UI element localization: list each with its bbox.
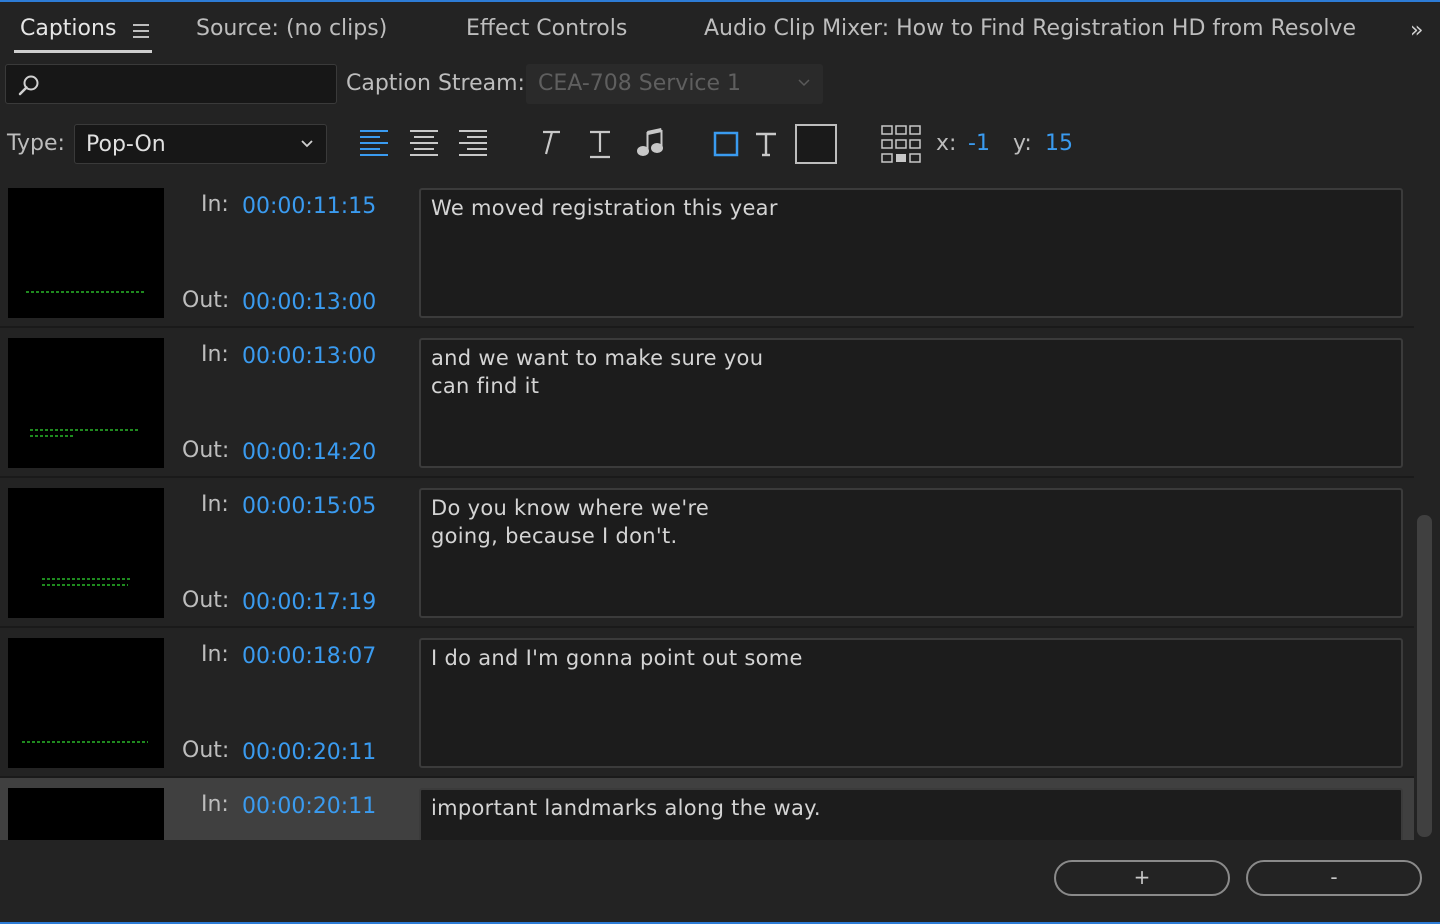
remove-caption-button[interactable]: - [1246, 860, 1422, 896]
caption-text[interactable]: I do and I'm gonna point out some [419, 638, 1403, 768]
in-label: In: [201, 342, 229, 367]
out-timecode[interactable]: 00:00:17:19 [242, 590, 376, 615]
y-value[interactable]: 15 [1045, 131, 1073, 156]
out-label: Out: [182, 738, 230, 763]
tab-overflow-icon[interactable]: » [1410, 18, 1424, 43]
tab-audio-clip-mixer[interactable]: Audio Clip Mixer: How to Find Registrati… [704, 16, 1356, 41]
color-swatch[interactable] [795, 124, 837, 164]
caption-thumbnail [8, 338, 164, 468]
caption-stream-label: Caption Stream: [346, 71, 525, 96]
underline-icon[interactable] [587, 128, 613, 160]
caption-thumbnail [8, 788, 164, 840]
in-timecode[interactable]: 00:00:20:11 [242, 794, 376, 819]
caption-thumbnail [8, 188, 164, 318]
background-color-icon[interactable] [712, 130, 740, 158]
in-timecode[interactable]: 00:00:13:00 [242, 344, 376, 369]
out-label: Out: [182, 438, 230, 463]
caption-row[interactable]: In: 00:00:18:07 Out: 00:00:20:11 I do an… [0, 628, 1414, 778]
tab-effect-controls[interactable]: Effect Controls [466, 16, 627, 41]
in-label: In: [201, 642, 229, 667]
in-timecode[interactable]: 00:00:15:05 [242, 494, 376, 519]
caption-stream-value: CEA-708 Service 1 [538, 71, 742, 96]
tab-captions[interactable]: Captions [20, 16, 116, 41]
type-value: Pop-On [86, 132, 166, 157]
panel-menu-icon[interactable] [133, 24, 149, 38]
caption-row-selected[interactable]: In: 00:00:20:11 important landmarks alon… [0, 778, 1414, 840]
caption-text[interactable]: and we want to make sure you can find it [419, 338, 1403, 468]
in-label: In: [201, 792, 229, 817]
position-grid-icon[interactable] [880, 124, 922, 166]
add-caption-button[interactable]: + [1054, 860, 1230, 896]
search-icon [18, 75, 39, 96]
x-value[interactable]: -1 [968, 131, 990, 156]
chevron-down-icon [301, 140, 313, 148]
out-label: Out: [182, 288, 230, 313]
italic-icon[interactable] [536, 128, 562, 158]
caption-text[interactable]: important landmarks along the way. [419, 788, 1403, 840]
in-timecode[interactable]: 00:00:11:15 [242, 194, 376, 219]
in-label: In: [201, 192, 229, 217]
caption-stream-select: CEA-708 Service 1 [526, 64, 823, 104]
caption-thumbnail [8, 638, 164, 768]
type-label: Type: [7, 131, 65, 156]
caption-row[interactable]: In: 00:00:11:15 Out: 00:00:13:00 We move… [0, 178, 1414, 328]
caption-row[interactable]: In: 00:00:13:00 Out: 00:00:14:20 and we … [0, 328, 1414, 478]
in-label: In: [201, 492, 229, 517]
y-label: y: [1013, 131, 1032, 156]
tab-source[interactable]: Source: (no clips) [196, 16, 387, 41]
align-left-icon[interactable] [358, 128, 390, 158]
align-center-icon[interactable] [408, 128, 440, 158]
out-timecode[interactable]: 00:00:20:11 [242, 740, 376, 765]
x-label: x: [936, 131, 957, 156]
chevron-down-icon [798, 79, 810, 87]
search-input[interactable] [5, 64, 337, 104]
active-tab-indicator [14, 50, 152, 53]
caption-thumbnail [8, 488, 164, 618]
out-timecode[interactable]: 00:00:14:20 [242, 440, 376, 465]
caption-row[interactable]: In: 00:00:15:05 Out: 00:00:17:19 Do you … [0, 478, 1414, 628]
caption-text[interactable]: Do you know where we're going, because I… [419, 488, 1403, 618]
out-timecode[interactable]: 00:00:13:00 [242, 290, 376, 315]
type-select[interactable]: Pop-On [74, 124, 327, 164]
in-timecode[interactable]: 00:00:18:07 [242, 644, 376, 669]
caption-text[interactable]: We moved registration this year [419, 188, 1403, 318]
align-right-icon[interactable] [457, 128, 489, 158]
music-note-icon[interactable] [636, 128, 664, 158]
out-label: Out: [182, 588, 230, 613]
caption-list: In: 00:00:11:15 Out: 00:00:13:00 We move… [0, 178, 1414, 840]
tab-bar: Captions Source: (no clips) Effect Contr… [0, 2, 1440, 56]
scrollbar-thumb[interactable] [1417, 515, 1432, 837]
text-color-icon[interactable] [754, 130, 778, 158]
